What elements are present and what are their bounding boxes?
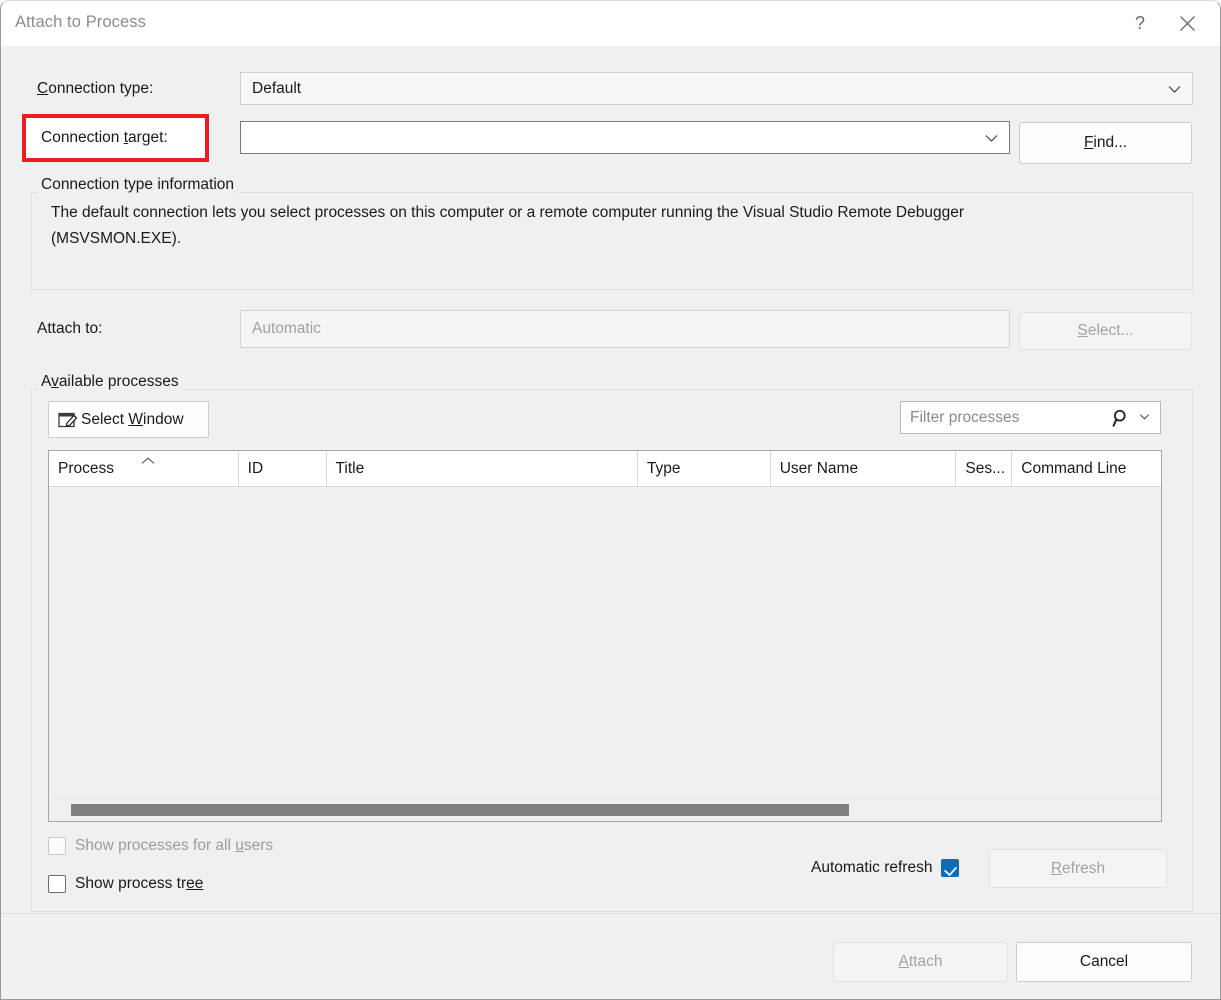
process-list[interactable]: Process ID Title Type User Name Ses... C… (48, 450, 1162, 822)
find-button-label: Find... (1083, 134, 1128, 151)
select-window-button[interactable]: Select Window (48, 401, 209, 438)
column-header-id[interactable]: ID (238, 451, 327, 486)
help-icon[interactable]: ? (1117, 1, 1163, 46)
title-bar: Attach to Process ? (1, 1, 1220, 46)
cancel-button[interactable]: Cancel (1016, 942, 1192, 982)
attach-to-process-dialog: Attach to Process ? Connection type: Def… (0, 0, 1221, 1000)
automatic-refresh-label: Automatic refresh (811, 859, 933, 876)
column-header-title[interactable]: Title (326, 451, 638, 486)
filter-dropdown-icon[interactable] (1140, 413, 1149, 423)
select-button[interactable]: Select... (1019, 312, 1192, 350)
attach-button[interactable]: Attach (833, 942, 1008, 982)
attach-to-value: Automatic (252, 320, 321, 337)
select-window-label: Select Window (81, 410, 184, 428)
column-header-type[interactable]: Type (637, 451, 771, 486)
horizontal-scrollbar-thumb[interactable] (71, 804, 849, 816)
find-button[interactable]: Find... (1019, 122, 1192, 164)
connection-info-line-2: (MSVSMON.EXE). (51, 230, 182, 247)
footer-divider (1, 913, 1220, 914)
automatic-refresh-row[interactable]: Automatic refresh (811, 859, 960, 877)
horizontal-scrollbar[interactable] (49, 798, 1161, 821)
show-all-users-label: Show processes for all users (75, 837, 274, 854)
connection-info-group-title: Connection type information (37, 176, 240, 194)
process-list-body[interactable] (49, 487, 1161, 807)
available-processes-group-title: Available processes (37, 373, 184, 391)
column-label-process: Process (58, 459, 114, 477)
column-label-user-name: User Name (779, 459, 859, 477)
close-icon[interactable] (1164, 1, 1210, 46)
column-header-user-name[interactable]: User Name (770, 451, 957, 486)
connection-type-combo[interactable]: Default (240, 72, 1193, 105)
column-label-type: Type (646, 459, 681, 477)
show-all-users-checkbox-row[interactable]: Show processes for all users (48, 837, 273, 855)
sort-ascending-icon (141, 454, 155, 467)
column-header-session[interactable]: Ses... (956, 451, 1013, 486)
attach-to-label: Attach to: (37, 320, 103, 337)
filter-processes-placeholder: Filter processes (910, 408, 1020, 426)
search-icon[interactable] (1112, 408, 1131, 427)
filter-processes-input[interactable]: Filter processes (900, 401, 1161, 434)
refresh-button[interactable]: Refresh (989, 849, 1167, 888)
column-label-title: Title (335, 459, 365, 477)
chevron-down-icon (985, 131, 998, 144)
attach-button-label: Attach (898, 953, 943, 970)
connection-target-label: Connection target: (41, 129, 168, 146)
refresh-button-label: Refresh (1050, 859, 1106, 877)
connection-info-line-1: The default connection lets you select p… (51, 204, 965, 221)
show-all-users-checkbox[interactable] (48, 837, 66, 855)
column-header-command-line[interactable]: Command Line (1012, 451, 1161, 486)
connection-target-combo[interactable] (240, 121, 1010, 154)
column-label-id: ID (247, 459, 264, 477)
attach-to-field[interactable]: Automatic (240, 310, 1010, 348)
window-title: Attach to Process (15, 13, 147, 31)
chevron-down-icon (1168, 82, 1181, 95)
highlight-annotation: Connection target: (22, 114, 209, 162)
column-label-command-line: Command Line (1021, 459, 1127, 477)
show-process-tree-label: Show process tree (75, 875, 204, 892)
connection-type-label: Connection type: (37, 80, 154, 97)
column-header-process[interactable]: Process (49, 451, 239, 486)
automatic-refresh-checkbox[interactable] (941, 859, 960, 877)
show-process-tree-checkbox-row[interactable]: Show process tree (48, 875, 203, 893)
column-label-session: Ses... (965, 459, 1006, 477)
connection-type-value: Default (252, 79, 302, 97)
process-list-header: Process ID Title Type User Name Ses... C… (49, 451, 1161, 487)
show-process-tree-checkbox[interactable] (48, 875, 66, 893)
window-picker-icon (58, 410, 79, 429)
select-button-label: Select... (1077, 322, 1134, 339)
